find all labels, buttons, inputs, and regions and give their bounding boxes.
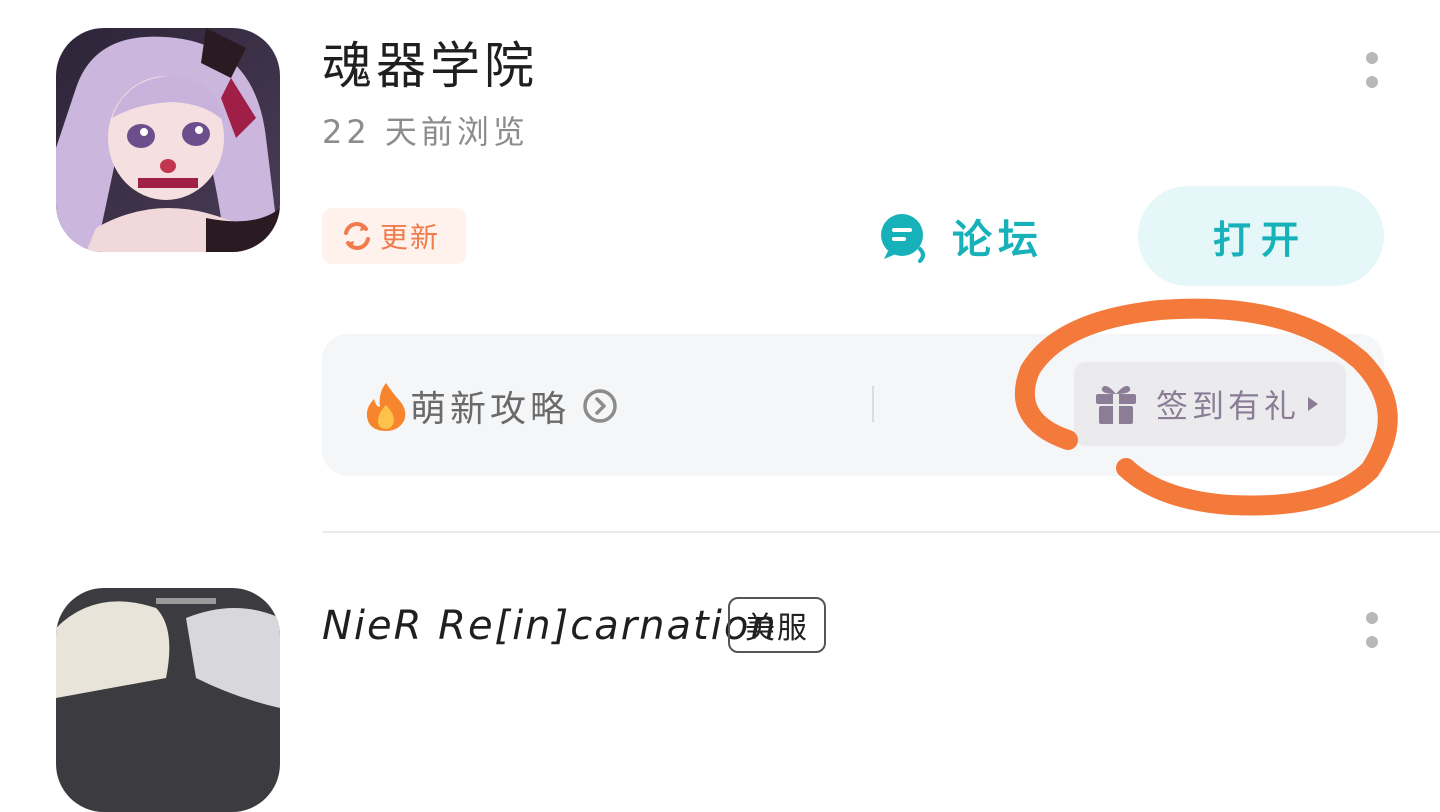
beginner-guide-link[interactable]: 萌新攻略 xyxy=(364,374,618,438)
app-icon-image xyxy=(56,28,280,252)
update-label: 更新 xyxy=(380,221,441,254)
app-icon[interactable] xyxy=(56,588,280,812)
checkin-reward-button[interactable]: 签到有礼 xyxy=(1074,362,1346,446)
region-tag: 美服 xyxy=(728,597,826,653)
forum-label: 论坛 xyxy=(952,217,1044,263)
guide-label: 萌新攻略 xyxy=(410,389,571,430)
more-dot-icon xyxy=(1366,612,1378,624)
last-viewed-text: 22 天前浏览 xyxy=(322,113,529,151)
promo-divider xyxy=(872,386,874,422)
app-title: NieR Re[in]carnation xyxy=(322,603,778,649)
more-dot-icon xyxy=(1366,52,1378,64)
app-icon-image xyxy=(56,588,280,812)
chevron-right-circle-icon xyxy=(583,389,617,423)
fire-icon xyxy=(366,383,406,431)
gift-icon xyxy=(1096,386,1136,424)
chat-bubble-icon xyxy=(881,214,925,263)
forum-link[interactable]: 论坛 xyxy=(876,204,1044,268)
more-options-button[interactable] xyxy=(1358,50,1386,94)
app-title: 魂器学院 xyxy=(322,37,538,95)
more-dot-icon xyxy=(1366,76,1378,88)
update-badge[interactable]: 更新 xyxy=(322,208,466,264)
caret-right-icon xyxy=(1308,397,1319,411)
checkin-label: 签到有礼 xyxy=(1156,387,1301,425)
app-icon[interactable] xyxy=(56,28,280,252)
list-divider xyxy=(322,531,1440,533)
more-dot-icon xyxy=(1366,636,1378,648)
refresh-icon xyxy=(344,222,370,250)
more-options-button[interactable] xyxy=(1358,610,1386,654)
open-button[interactable]: 打开 xyxy=(1138,186,1384,286)
